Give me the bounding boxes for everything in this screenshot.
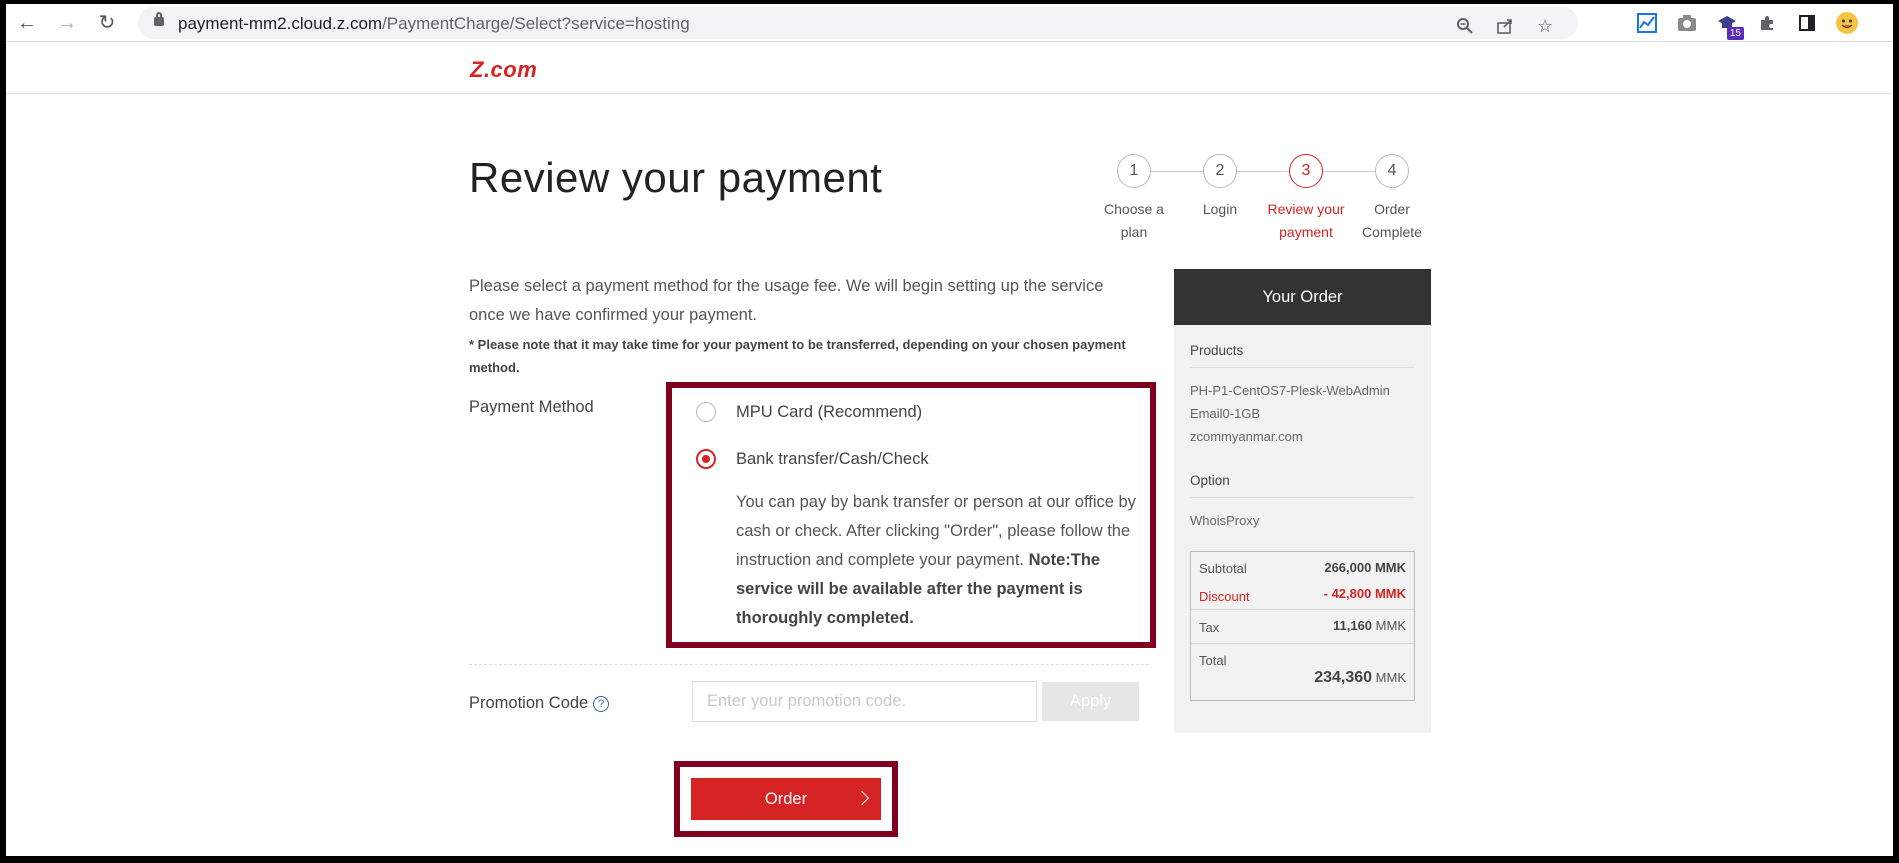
bank-transfer-option[interactable]: Bank transfer/Cash/Check xyxy=(696,449,929,469)
payment-method-label: Payment Method xyxy=(469,398,594,416)
payment-description: Please select a payment method for the u… xyxy=(469,277,1104,324)
tax-row: Tax 11,160 MMK xyxy=(1199,618,1406,635)
zoom-icon[interactable] xyxy=(1452,13,1478,39)
extension-badge: 15 xyxy=(1726,27,1744,40)
lock-icon xyxy=(154,12,164,26)
bank-transfer-radio[interactable] xyxy=(696,449,716,469)
extensions-area: 15 xyxy=(1634,7,1860,40)
order-totals: Subtotal 266,000 MMK Discount - 42,800 M… xyxy=(1190,551,1415,701)
product-name: PH-P1-CentOS7-Plesk-WebAdmin Email0-1GB xyxy=(1190,383,1390,421)
section-divider xyxy=(469,664,1149,665)
subtotal-row: Subtotal 266,000 MMK xyxy=(1199,560,1406,576)
forward-icon[interactable]: → xyxy=(54,10,80,36)
total-row: Total 234,360 MMK xyxy=(1199,653,1406,686)
order-summary-heading: Your Order xyxy=(1174,269,1431,325)
progress-steps: 1 Choose a plan 2 Login 3 Review your pa… xyxy=(1091,154,1422,254)
reload-icon[interactable]: ↻ xyxy=(94,10,120,36)
bank-transfer-info: You can pay by bank transfer or person a… xyxy=(736,493,1136,627)
puzzle-extensions-icon[interactable] xyxy=(1754,10,1780,36)
browser-toolbar: ← → ↻ payment-mm2.cloud.z.com/PaymentCha… xyxy=(6,4,1893,42)
site-header: Z.com xyxy=(6,42,1893,94)
side-panel-icon[interactable] xyxy=(1794,10,1820,36)
share-icon[interactable] xyxy=(1492,13,1518,39)
payment-note: * Please note that it may take time for … xyxy=(469,337,1126,375)
chevron-right-icon xyxy=(854,790,870,806)
order-button[interactable]: Order xyxy=(691,778,881,820)
camera-icon[interactable] xyxy=(1674,10,1700,36)
profile-avatar-icon[interactable] xyxy=(1834,10,1860,36)
order-summary: Your Order Products PH-P1-CentOS7-Plesk-… xyxy=(1174,269,1431,733)
mpu-card-option[interactable]: MPU Card (Recommend) xyxy=(696,402,922,422)
chart-extension-icon[interactable] xyxy=(1634,10,1660,36)
promotion-code-label: Promotion Code ? xyxy=(469,694,610,713)
step-4: 4 Order Complete xyxy=(1349,154,1435,244)
apply-button[interactable]: Apply xyxy=(1042,682,1139,721)
zcom-logo[interactable]: Z.com xyxy=(470,57,537,83)
products-section: Products PH-P1-CentOS7-Plesk-WebAdmin Em… xyxy=(1190,343,1415,448)
payment-method-options: MPU Card (Recommend) Bank transfer/Cash/… xyxy=(666,382,1156,648)
address-bar-actions: ☆ xyxy=(1452,10,1558,42)
bookmark-star-icon[interactable]: ☆ xyxy=(1532,13,1558,39)
url-text[interactable]: payment-mm2.cloud.z.com/PaymentCharge/Se… xyxy=(178,14,690,34)
promotion-code-input[interactable] xyxy=(692,681,1037,722)
discount-row: Discount - 42,800 MMK xyxy=(1199,586,1406,604)
graduation-cap-extension-icon[interactable]: 15 xyxy=(1714,10,1744,40)
order-button-highlight: Order xyxy=(674,761,898,837)
option-section: Option WhoisProxy xyxy=(1190,473,1415,532)
product-domain: zcommyanmar.com xyxy=(1190,429,1303,444)
help-icon[interactable]: ? xyxy=(593,695,610,712)
address-bar[interactable]: payment-mm2.cloud.z.com/PaymentCharge/Se… xyxy=(138,7,1578,39)
step-2: 2 Login xyxy=(1177,154,1263,221)
step-1: 1 Choose a plan xyxy=(1091,154,1177,244)
option-name: WhoisProxy xyxy=(1190,513,1260,528)
step-3: 3 Review your payment xyxy=(1263,154,1349,244)
browser-window: ← → ↻ payment-mm2.cloud.z.com/PaymentCha… xyxy=(6,4,1893,856)
page-title: Review your payment xyxy=(469,154,883,201)
back-icon[interactable]: ← xyxy=(14,10,40,36)
mpu-card-radio[interactable] xyxy=(696,402,716,422)
